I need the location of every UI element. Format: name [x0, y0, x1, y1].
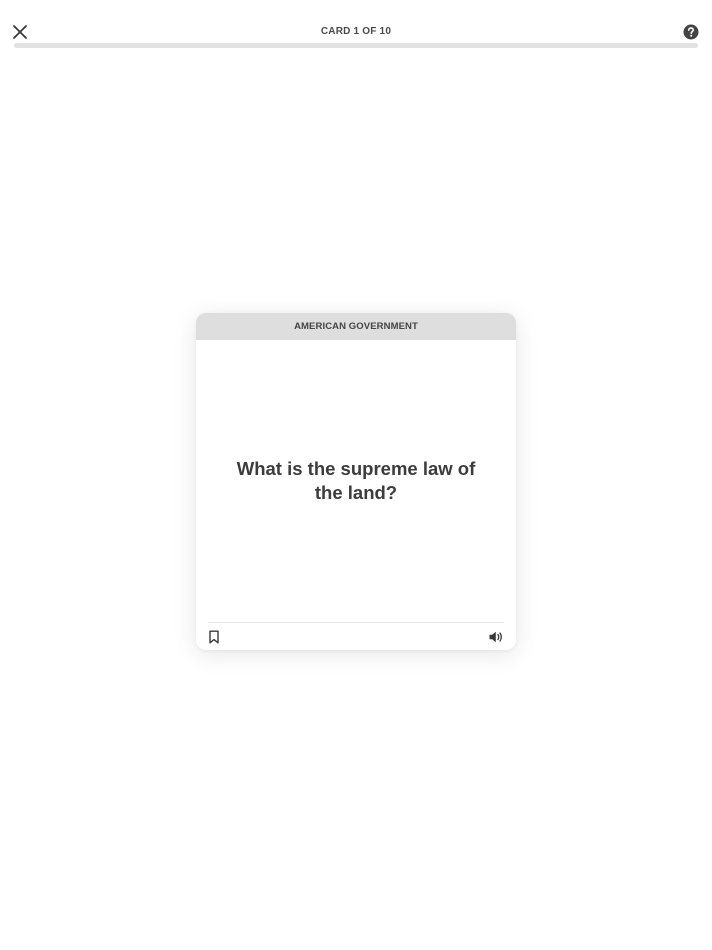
flashcard[interactable]: AMERICAN GOVERNMENT What is the supreme … — [196, 313, 516, 650]
bookmark-button[interactable] — [208, 630, 220, 644]
card-category: AMERICAN GOVERNMENT — [196, 313, 516, 340]
flashcard-screen: CARD 1 OF 10 AMERICAN GOVERNMENT What is… — [0, 0, 712, 950]
bookmark-icon — [209, 630, 219, 644]
card-question: What is the supreme law of the land? — [236, 458, 476, 503]
card-footer — [208, 622, 504, 650]
audio-button[interactable] — [488, 629, 504, 645]
card-counter: CARD 1 OF 10 — [320, 26, 392, 37]
speaker-icon — [489, 631, 502, 643]
help-button[interactable] — [683, 24, 699, 40]
help-icon — [683, 24, 699, 40]
card-body: What is the supreme law of the land? — [196, 340, 516, 622]
progress-bar — [14, 43, 698, 48]
